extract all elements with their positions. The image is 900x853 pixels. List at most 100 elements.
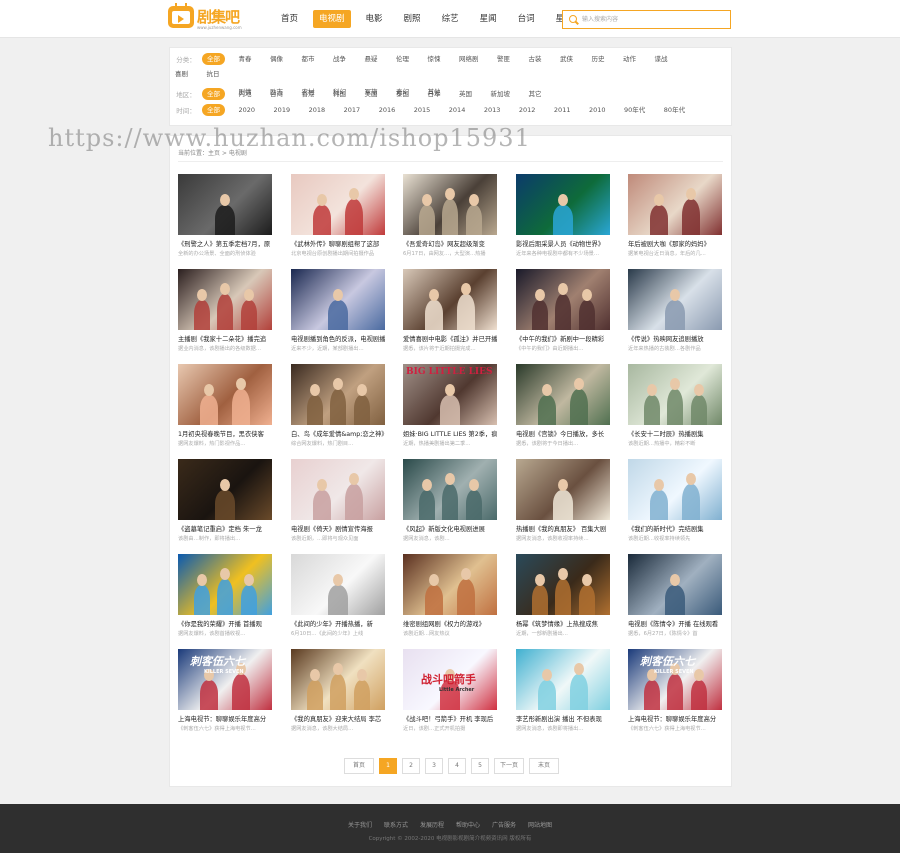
filter-option[interactable]: 日本: [423, 88, 446, 100]
video-title[interactable]: 《吾爱奇幻岛》网友超级渐变: [403, 240, 497, 249]
filter-option[interactable]: 泰国: [391, 88, 414, 100]
footer-link[interactable]: 帮助中心: [456, 820, 480, 829]
video-card[interactable]: 《吾爱奇幻岛》网友超级渐变 6月17日，由网友…，大型演…热播: [403, 174, 497, 258]
video-title[interactable]: 李艺彤新剧出演 播出 不但表现: [516, 715, 610, 724]
video-title[interactable]: 白、鸟《成年爱情&amp;恋之神》: [291, 430, 385, 439]
filter-option[interactable]: 2012: [514, 104, 541, 116]
filter-option[interactable]: 喜剧: [170, 68, 193, 80]
video-thumbnail[interactable]: [291, 459, 385, 520]
video-card[interactable]: 1月初央视春晚节目，黑衣侠客 据网友爆料，热门影视作品…: [178, 364, 272, 448]
filter-option[interactable]: 全部: [202, 53, 225, 65]
search-box[interactable]: [562, 10, 731, 29]
video-thumbnail[interactable]: [403, 269, 497, 330]
video-card[interactable]: 《我们的新时代》完结剧集 该剧近期…收视率持续领先: [628, 459, 722, 543]
search-icon[interactable]: [569, 15, 577, 23]
video-thumbnail[interactable]: [403, 174, 497, 235]
filter-option[interactable]: 2013: [479, 104, 506, 116]
page-button[interactable]: 2: [402, 758, 420, 774]
video-title[interactable]: 《武林外传》聊聊剧组帮了这部: [291, 240, 385, 249]
filter-option[interactable]: 警匪: [492, 53, 515, 65]
video-title[interactable]: 杨幂《筑梦情缘》上热搜成焦: [516, 620, 610, 629]
filter-option[interactable]: 香港: [297, 88, 320, 100]
page-button[interactable]: 5: [471, 758, 489, 774]
next-page-button[interactable]: 下一页: [494, 758, 524, 774]
nav-item[interactable]: 电视剧: [313, 10, 351, 28]
video-thumbnail[interactable]: [516, 459, 610, 520]
video-thumbnail[interactable]: [516, 364, 610, 425]
video-title[interactable]: 主播剧《我家十二朵花》播完追: [178, 335, 272, 344]
video-title[interactable]: 《我们的新时代》完结剧集: [628, 525, 722, 534]
nav-item[interactable]: 星闻: [474, 10, 503, 28]
filter-option[interactable]: 2018: [304, 104, 331, 116]
video-card[interactable]: 刺客伍六七 KILLER SEVEN 上海电视节：聊聊娱乐年度高分 《刺客伍六七》获得…: [628, 649, 722, 733]
video-thumbnail[interactable]: [178, 269, 272, 330]
filter-option[interactable]: 抗日: [202, 68, 225, 80]
video-title[interactable]: 《战斗吧！弓箭手》开机 李现后: [403, 715, 497, 724]
filter-option[interactable]: 偶像: [265, 53, 288, 65]
video-title[interactable]: 电视剧播到角色的反派，电视剧播放: [291, 335, 385, 344]
filter-option[interactable]: 韩国: [328, 88, 351, 100]
video-thumbnail[interactable]: [628, 364, 722, 425]
filter-option[interactable]: 2019: [269, 104, 296, 116]
video-title[interactable]: 《中午的我们》新剧中一段精彩: [516, 335, 610, 344]
filter-option[interactable]: 伦理: [391, 53, 414, 65]
filter-option[interactable]: 网络剧: [454, 53, 484, 65]
video-thumbnail[interactable]: [178, 459, 272, 520]
video-card[interactable]: 主播剧《我家十二朵花》播完追 据业内消息，该剧播出的各级数据…: [178, 269, 272, 353]
filter-option[interactable]: 战争: [328, 53, 351, 65]
video-thumbnail[interactable]: [178, 364, 272, 425]
site-logo[interactable]: 剧集吧 www.juzhenwang.com: [168, 3, 248, 32]
filter-option[interactable]: 2016: [374, 104, 401, 116]
page-button[interactable]: 1: [379, 758, 397, 774]
video-thumbnail[interactable]: 刺客伍六七 KILLER SEVEN: [628, 649, 722, 710]
filter-option[interactable]: 都市: [297, 53, 320, 65]
video-thumbnail[interactable]: [178, 174, 272, 235]
video-thumbnail[interactable]: [628, 174, 722, 235]
video-thumbnail[interactable]: [291, 269, 385, 330]
video-title[interactable]: 《长安十二时辰》热播剧集: [628, 430, 722, 439]
video-title[interactable]: 《刑警之人》第五季定档7月，原: [178, 240, 272, 249]
video-thumbnail[interactable]: [291, 649, 385, 710]
page-button[interactable]: 4: [448, 758, 466, 774]
video-card[interactable]: 《中午的我们》新剧中一段精彩 《中午的我们》由近期播出…: [516, 269, 610, 353]
video-card[interactable]: 爱情喜剧中电影《孤注》并已开播 据悉，该片将于近期拍摄完成…: [403, 269, 497, 353]
video-thumbnail[interactable]: [516, 649, 610, 710]
video-thumbnail[interactable]: [628, 459, 722, 520]
video-card[interactable]: 《此间的少年》开播热播，新 6月10日…《此间的少年》上线: [291, 554, 385, 638]
nav-item[interactable]: 台词: [512, 10, 541, 28]
video-card[interactable]: 维密剧组网剧《权力的游戏》 该剧近期…网友热议: [403, 554, 497, 638]
video-card[interactable]: 电视剧《宫锁》今日播放，多长 据悉，该剧将于今日播出…: [516, 364, 610, 448]
filter-option[interactable]: 惊悚: [423, 53, 446, 65]
video-title[interactable]: 姐妹·BIG LITTLE LIES 第2季，疯: [403, 430, 497, 439]
video-title[interactable]: 1月初央视春晚节目，黑衣侠客: [178, 430, 272, 439]
filter-option[interactable]: 内地: [234, 88, 257, 100]
filter-option[interactable]: 历史: [587, 53, 610, 65]
video-card[interactable]: 白、鸟《成年爱情&amp;恋之神》 综合网友爆料，热门剧目…: [291, 364, 385, 448]
video-card[interactable]: 电视剧《倚天》剧情宣传海报 该剧近期，…即将与观众见面: [291, 459, 385, 543]
video-title[interactable]: 《风起》新版文化电视剧进展: [403, 525, 497, 534]
video-title[interactable]: 上海电视节：聊聊娱乐年度高分: [178, 715, 272, 724]
video-thumbnail[interactable]: 刺客伍六七 KILLER SEVEN: [178, 649, 272, 710]
video-title[interactable]: 《传说》热映网友追剧播放: [628, 335, 722, 344]
filter-option[interactable]: 2010: [584, 104, 611, 116]
video-thumbnail[interactable]: 战斗吧箭手 Little Archer: [403, 649, 497, 710]
video-title[interactable]: 电视剧《倚天》剧情宣传海报: [291, 525, 385, 534]
video-card[interactable]: 《长安十二时辰》热播剧集 该剧近期…热播中，精彩不断: [628, 364, 722, 448]
video-title[interactable]: 维密剧组网剧《权力的游戏》: [403, 620, 497, 629]
video-title[interactable]: 爱情喜剧中电影《孤注》并已开播: [403, 335, 497, 344]
filter-option[interactable]: 2020: [234, 104, 261, 116]
filter-option[interactable]: 英国: [454, 88, 477, 100]
video-card[interactable]: 李艺彤新剧出演 播出 不但表现 据网友消息，该剧即将播出…: [516, 649, 610, 733]
video-card[interactable]: BIG LITTLE LIES 姐妹·BIG LITTLE LIES 第2季，疯近…: [403, 364, 497, 448]
filter-option[interactable]: 青春: [234, 53, 257, 65]
video-thumbnail[interactable]: BIG LITTLE LIES: [403, 364, 497, 425]
video-title[interactable]: 《盗墓笔记重启》定档 朱一龙: [178, 525, 272, 534]
video-thumbnail[interactable]: [291, 174, 385, 235]
footer-link[interactable]: 关于我们: [348, 820, 372, 829]
video-card[interactable]: 杨幂《筑梦情缘》上热搜成焦 近期，一部新剧播出…: [516, 554, 610, 638]
video-title[interactable]: 电视剧《宫锁》今日播放，多长: [516, 430, 610, 439]
first-page-button[interactable]: 首页: [344, 758, 374, 774]
video-card[interactable]: 刺客伍六七 KILLER SEVEN 上海电视节：聊聊娱乐年度高分 《刺客伍六七》获得…: [178, 649, 272, 733]
last-page-button[interactable]: 末页: [529, 758, 559, 774]
video-card[interactable]: 《风起》新版文化电视剧进展 据网友消息，该剧…: [403, 459, 497, 543]
